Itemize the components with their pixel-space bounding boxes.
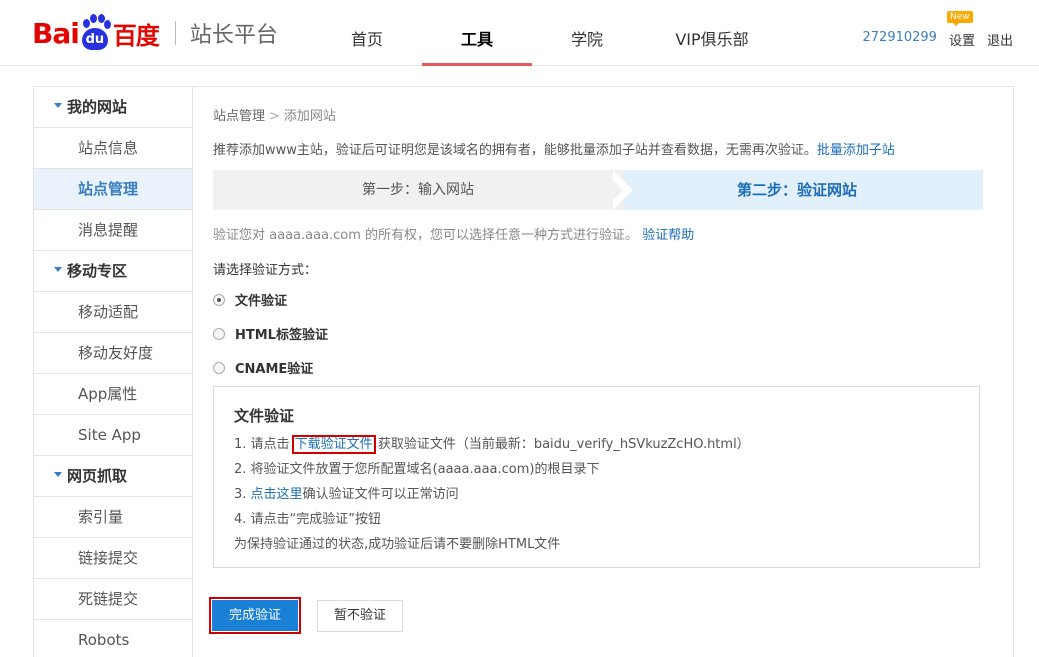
sidebar-item-site-app[interactable]: Site App	[34, 415, 192, 456]
nav-tools[interactable]: 工具	[422, 0, 532, 66]
caret-down-icon	[54, 472, 62, 477]
sidebar-item-dead-link-submit[interactable]: 死链提交	[34, 579, 192, 620]
radio-unchecked-icon	[213, 327, 225, 340]
sidebar: 我的网站 站点信息 站点管理 消息提醒 移动专区 移动适配 移动友好度 App属…	[33, 86, 193, 657]
instruction-note: 为保持验证通过的状态,成功验证后请不要删除HTML文件	[234, 537, 561, 552]
sidebar-item-mobile-adaptation[interactable]: 移动适配	[34, 292, 192, 333]
verify-description: 验证您对 aaaa.aaa.com 的所有权，您可以选择任意一种方式进行验证。 …	[213, 224, 694, 243]
sidebar-item-index-volume[interactable]: 索引量	[34, 497, 192, 538]
sidebar-item-notifications[interactable]: 消息提醒	[34, 210, 192, 251]
top-header: Bai du 百度 站长平台 首页 工具 学院 VIP俱乐部 272910299…	[0, 0, 1039, 66]
instruction-step-3: 3. 点击这里确认验证文件可以正常访问	[234, 482, 959, 507]
download-verify-file-link[interactable]: 下载验证文件	[291, 435, 376, 454]
sidebar-item-site-info[interactable]: 站点信息	[34, 128, 192, 169]
intro-text-body: 推荐添加www主站，验证后可证明您是该域名的拥有者，能够批量添加子站并查看数据，…	[213, 143, 817, 158]
step-two: 第二步：验证网站	[611, 170, 983, 210]
step-one-arrow	[603, 170, 623, 210]
nav-home[interactable]: 首页	[312, 0, 422, 66]
sidebar-group-my-sites[interactable]: 我的网站	[34, 87, 192, 128]
paw-icon: du	[80, 14, 111, 52]
radio-label: 文件验证	[235, 294, 288, 309]
sidebar-item-mobile-friendliness[interactable]: 移动友好度	[34, 333, 192, 374]
instruction-text: 3.	[234, 487, 251, 502]
main-panel: 站点管理 > 添加网站 推荐添加www主站，验证后可证明您是该域名的拥有者，能够批量…	[192, 86, 1014, 657]
logout-link[interactable]: 退出	[987, 30, 1013, 49]
choose-method-label: 请选择验证方式：	[213, 263, 318, 278]
logo-text-cn: 百度	[112, 21, 160, 50]
radio-file-verify[interactable]: 文件验证	[213, 290, 287, 309]
instruction-text: 1. 请点击	[234, 437, 294, 452]
top-nav: 首页 工具 学院 VIP俱乐部	[312, 0, 782, 66]
batch-add-subsites-link[interactable]: 批量添加子站	[817, 143, 895, 158]
breadcrumb-separator: >	[269, 109, 280, 124]
click-here-link[interactable]: 点击这里	[251, 487, 303, 502]
instructions-title: 文件验证	[234, 407, 295, 425]
instruction-step-4: 4. 请点击“完成验证”按钮	[234, 512, 382, 527]
instruction-text: 获取验证文件（当前最新：baidu_verify_hSVkuzZcHO.html…	[373, 437, 750, 452]
caret-down-icon	[54, 267, 62, 272]
instruction-text: 确认验证文件可以正常访问	[302, 487, 459, 502]
logo-text-du: du	[81, 28, 108, 50]
caret-down-icon	[54, 103, 62, 108]
step-one: 第一步：输入网站	[213, 170, 623, 210]
verify-help-link[interactable]: 验证帮助	[642, 228, 694, 243]
breadcrumb: 站点管理 > 添加网站	[213, 105, 336, 124]
step-indicator: 第二步：验证网站 第一步：输入网站	[213, 170, 983, 210]
user-id-link[interactable]: 272910299	[863, 30, 937, 49]
radio-label: HTML标签验证	[235, 328, 328, 343]
breadcrumb-current: 添加网站	[283, 109, 336, 124]
verify-description-text: 验证您对 aaaa.aaa.com 的所有权，您可以选择任意一种方式进行验证。	[213, 228, 639, 243]
sidebar-item-link-submit[interactable]: 链接提交	[34, 538, 192, 579]
radio-unchecked-icon	[213, 361, 225, 374]
logo-divider	[174, 21, 176, 45]
file-verify-instructions: 文件验证 1. 请点击 下载验证文件 获取验证文件（当前最新：baidu_ver…	[213, 386, 980, 568]
complete-verify-button[interactable]: 完成验证	[209, 597, 301, 634]
user-area: 272910299 New 设置 退出	[863, 11, 1013, 49]
radio-label: CNAME验证	[235, 362, 314, 377]
new-badge: New	[946, 11, 973, 26]
sidebar-item-site-management[interactable]: 站点管理	[34, 169, 192, 210]
radio-html-tag-verify[interactable]: HTML标签验证	[213, 324, 328, 343]
intro-text: 推荐添加www主站，验证后可证明您是该域名的拥有者，能够批量添加子站并查看数据，…	[213, 139, 895, 158]
sidebar-group-crawl[interactable]: 网页抓取	[34, 456, 192, 497]
sidebar-group-label: 我的网站	[67, 98, 128, 116]
sidebar-item-robots[interactable]: Robots	[34, 620, 192, 657]
sidebar-item-app-properties[interactable]: App属性	[34, 374, 192, 415]
nav-vip-club[interactable]: VIP俱乐部	[642, 0, 782, 66]
sidebar-group-label: 网页抓取	[67, 467, 128, 485]
sidebar-group-mobile[interactable]: 移动专区	[34, 251, 192, 292]
settings-label: 设置	[948, 34, 975, 49]
breadcrumb-parent[interactable]: 站点管理	[213, 109, 265, 124]
radio-checked-icon	[213, 293, 225, 306]
logo-text-bai: Bai	[32, 16, 80, 50]
instruction-step-1: 1. 请点击 下载验证文件 获取验证文件（当前最新：baidu_verify_h…	[234, 432, 959, 457]
baidu-logo[interactable]: Bai du 百度 站长平台	[32, 8, 278, 58]
settings-link[interactable]: New 设置	[946, 11, 975, 49]
sidebar-group-label: 移动专区	[67, 262, 128, 280]
logo-subtitle: 站长平台	[189, 23, 278, 48]
skip-verify-button[interactable]: 暂不验证	[317, 600, 403, 632]
radio-cname-verify[interactable]: CNAME验证	[213, 358, 313, 377]
nav-academy[interactable]: 学院	[532, 0, 642, 66]
instruction-step-2: 2. 将验证文件放置于您所配置域名(aaaa.aaa.com)的根目录下	[234, 462, 600, 477]
